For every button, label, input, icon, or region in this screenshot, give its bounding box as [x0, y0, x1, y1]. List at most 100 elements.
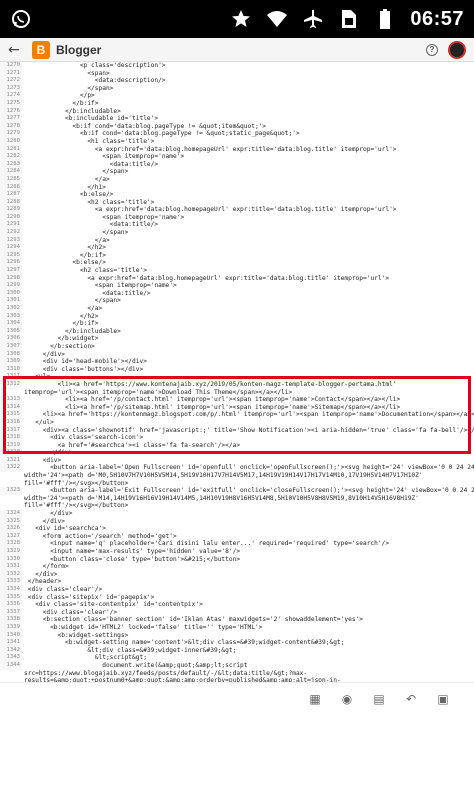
line-number: 1290	[0, 213, 22, 222]
code-line: 1294 </h2>	[0, 244, 474, 252]
line-number: 1291	[0, 221, 22, 230]
widgets-icon[interactable]: ▦	[306, 690, 324, 708]
code-text: </b:includable>	[24, 327, 121, 335]
code-line: 1296 <b:else/>	[0, 259, 474, 268]
code-text: </header>	[24, 578, 62, 586]
code-text: <input name='max-results' type='hidden' …	[24, 548, 241, 555]
code-text: <data:title/>	[24, 160, 159, 168]
line-number: 1321	[0, 456, 22, 465]
code-text: <b:else/>	[24, 191, 114, 199]
code-text: </b:widget>	[24, 335, 99, 343]
code-text: document.write(&amp;quot;&amp;lt;script	[24, 661, 248, 669]
app-title: Blogger	[56, 42, 102, 57]
code-text: <span itemprop='name'>	[24, 153, 185, 161]
code-line: 1322 <button aria-label='Open Fullscreen…	[0, 464, 474, 473]
code-line: 1310 <div class='buttons'></div>	[0, 365, 474, 374]
format-icon[interactable]: ▤	[370, 690, 388, 708]
code-line: 1341 <b:widget-setting name='content'>&l…	[0, 639, 474, 647]
line-number: 1281	[0, 145, 22, 154]
code-line: src=https://www.blogajaib.xyz/feeds/post…	[0, 670, 474, 678]
line-number: 1289	[0, 206, 22, 214]
code-line: 1342 &lt;div class=&#39;widget-inner&#39…	[0, 646, 474, 655]
code-text: <div class='sitepix' id='pagepix'>	[24, 593, 155, 601]
line-number: 1333	[0, 578, 22, 586]
code-text: <span itemprop='name'>	[24, 213, 185, 221]
line-number: 1272	[0, 77, 22, 85]
code-text: </h2>	[24, 244, 106, 252]
help-icon[interactable]: ?	[426, 43, 438, 56]
line-number: 1339	[0, 623, 22, 632]
line-number: 1326	[0, 525, 22, 533]
line-number: 1340	[0, 631, 22, 640]
code-line: 1289 <a expr:href='data:blog.homepageUrl…	[0, 206, 474, 214]
code-line: 1272 <data:description/>	[0, 77, 474, 85]
code-line: 1302 </a>	[0, 305, 474, 313]
line-number: 1332	[0, 570, 22, 579]
wifi-icon	[266, 8, 288, 30]
code-text: <div class='clear'/>	[24, 585, 103, 593]
code-line: 1291 <data:title/>	[0, 221, 474, 230]
code-text: src=https://www.blogajaib.xyz/feeds/post…	[24, 669, 308, 677]
line-number: 1294	[0, 244, 22, 252]
code-line: width='24'><path d='M14,14H19V16H16V19H1…	[0, 495, 474, 503]
code-line: 1330 <button class='close' type='button'…	[0, 555, 474, 564]
code-line: 1297 <h2 class='title'>	[0, 267, 474, 275]
line-number: 1286	[0, 183, 22, 192]
code-text: <button aria-label='Exit Fullscreen' id=…	[24, 487, 474, 495]
line-number: 1341	[0, 639, 22, 647]
code-line: 1334 <div class='clear'/>	[0, 585, 474, 594]
code-line: 1285 </a>	[0, 175, 474, 184]
code-text: <b:widget-setting name='content'>&lt;div…	[24, 639, 345, 647]
clock: 06:57	[410, 7, 464, 30]
line-number: 1296	[0, 259, 22, 268]
save-icon[interactable]: ▣	[434, 690, 452, 708]
line-number: 1297	[0, 267, 22, 275]
code-line: 1271 <span>	[0, 69, 474, 78]
code-text: </p>	[24, 92, 95, 100]
status-bar: 06:57	[0, 0, 474, 38]
line-number: 1308	[0, 350, 22, 359]
blogger-logo-icon: B	[32, 40, 50, 59]
line-number: 1324	[0, 510, 22, 518]
code-text: </a>	[24, 175, 110, 183]
line-number: 1335	[0, 593, 22, 602]
code-line: fill='#fff'/></svg></button>	[0, 502, 474, 510]
code-line: 1329 <input name='max-results' type='hid…	[0, 548, 474, 556]
code-text: width='24'><path d='M14,14H19V16H16V19H1…	[24, 494, 419, 502]
code-line: 1325 </div>	[0, 517, 474, 526]
battery-icon	[374, 8, 396, 30]
code-line: 1275 </b:if>	[0, 99, 474, 108]
code-text: <a expr:href='data:blog.homepageUrl' exp…	[24, 145, 397, 153]
avatar[interactable]	[448, 40, 466, 59]
line-number: 1292	[0, 229, 22, 237]
line-number: 1285	[0, 175, 22, 184]
code-editor[interactable]: 1270 <p class='description'> 1271 <span> 1…	[0, 62, 474, 682]
code-text: </b:if>	[24, 251, 106, 259]
line-number: 1338	[0, 616, 22, 624]
line-number: 1293	[0, 236, 22, 245]
line-number: 1275	[0, 99, 22, 108]
code-text: </b:section>	[24, 342, 95, 350]
line-number: 1337	[0, 608, 22, 617]
code-line: 1332 </div>	[0, 570, 474, 579]
undo-icon[interactable]: ↶	[402, 690, 420, 708]
code-line: 1308 </div>	[0, 350, 474, 359]
line-number: 1295	[0, 251, 22, 260]
whatsapp-icon	[10, 8, 32, 30]
code-line: 1338 <b:section class='banner section' i…	[0, 616, 474, 624]
preview-icon[interactable]: ◉	[338, 690, 356, 708]
code-text: </span>	[24, 297, 121, 305]
code-line: 1280 <h1 class='title'>	[0, 137, 474, 146]
line-number: 1305	[0, 327, 22, 336]
code-line: 1321 <div>	[0, 456, 474, 465]
line-number: 1271	[0, 69, 22, 78]
code-text: fill='#fff'/></svg></button>	[24, 479, 129, 487]
line-number: 1283	[0, 160, 22, 169]
code-line: fill='#fff'/></svg></button>	[0, 480, 474, 488]
code-text: <b:widget id='HTML2' locked='false' titl…	[24, 623, 263, 631]
blank-area	[0, 714, 474, 790]
line-number: 1330	[0, 555, 22, 564]
line-number: 1331	[0, 563, 22, 571]
code-text: <b:if cond='data:blog.pageType != &quot;…	[24, 122, 267, 130]
back-arrow-icon[interactable]: ←	[8, 42, 26, 58]
